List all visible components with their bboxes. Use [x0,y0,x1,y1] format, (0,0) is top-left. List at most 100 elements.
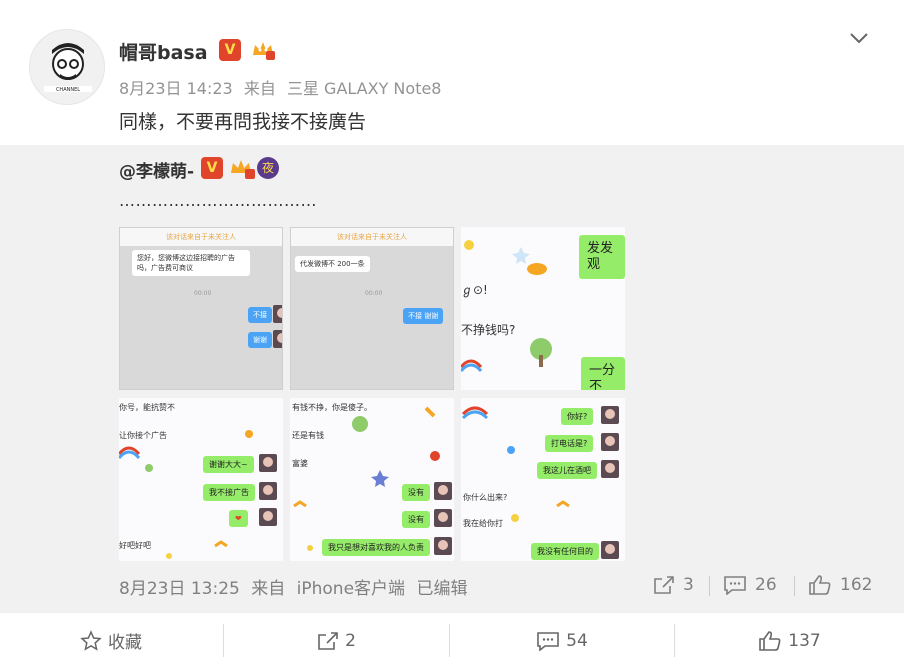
chevron-down-icon[interactable] [846,28,872,48]
member-crown-icon[interactable] [251,39,275,61]
chat-avatar [601,541,619,559]
avatar[interactable]: CHANNEL [29,29,105,105]
chat-avatar [434,509,452,527]
image-thumbnail[interactable]: 该对话来自于未关注人 您好，您微博这边接招聘的广告吗，广告费可商议 00:00 … [119,227,283,390]
chat-bubble: 发发观 [579,235,625,279]
chat-text: 让你接个广告 [119,431,167,440]
chat-topbar: 该对话来自于未关注人 [120,228,282,246]
chat-bubble: 谢谢大大~ [203,456,254,473]
sticker-decorations-icon [293,406,440,551]
image-thumbnail[interactable]: 你好? 打电话是? 我这儿在酒吧 你什么出来? 我在给你打 我没有任何目的 [461,398,625,561]
chat-bubble: 我这儿在酒吧 [537,462,597,479]
like-count: 137 [788,630,821,651]
avatar-face-icon: CHANNEL [44,43,92,93]
repost-crown-icon[interactable] [229,157,255,179]
chat-text: ℊ⊙! [461,283,488,297]
chat-bubble: 打电话是? [545,435,594,452]
repost-button[interactable]: 2 [224,613,449,668]
chat-text: 你号，能抗赞不 [119,403,175,412]
repost-comments-button[interactable]: 26 [723,573,777,597]
chat-avatar [601,406,619,424]
comment-count: 54 [566,630,588,651]
thumbs-up-icon [809,575,831,595]
chat-bubble: 我不接广告 [203,484,255,501]
chat-text: 你什么出来? [463,493,508,502]
chat-avatar [434,482,452,500]
repost-reposts-count: 3 [683,575,694,595]
thumbs-up-icon [759,630,781,651]
repost-username[interactable]: @李檬萌- [119,157,194,182]
image-thumbnail[interactable]: 发发观 ℊ⊙! 不挣钱吗? 一分不 [461,227,625,390]
repost-likes-count: 162 [840,575,873,595]
verified-badge[interactable]: V [219,39,241,61]
night-badge[interactable]: 夜 [257,157,279,179]
chat-text: 好吧好吧 [119,541,151,550]
stats-divider [794,576,795,596]
chat-avatar [259,482,277,500]
repost-source-prefix: 来自 [251,579,286,599]
favorite-label: 收藏 [108,633,142,653]
image-thumbnail[interactable]: 该对话来自于未关注人 代发微博不 200一条 00:00 不接 谢谢 [290,227,454,390]
chat-avatar [434,537,452,555]
chat-bubble: 不接 [248,307,272,323]
chat-text: 我在给你打 [463,519,503,528]
chat-bubble: ❤ [229,510,248,527]
repost-source: iPhone客户端 [296,579,406,599]
repost-time[interactable]: 8月23日 13:25 [119,579,240,599]
svg-text:CHANNEL: CHANNEL [56,87,80,93]
image-grid: 该对话来自于未关注人 您好，您微博这边接招聘的广告吗，广告费可商议 00:00 … [119,227,627,561]
stats-divider [709,576,710,596]
chat-topbar: 该对话来自于未关注人 [291,228,453,246]
chat-avatar [259,454,277,472]
chat-bubble: 你好? [561,408,594,425]
post-source: 三星 GALAXY Note8 [286,79,442,98]
image-thumbnail[interactable]: 有钱不挣，你是傻子。 还是有钱 富婆 没有 没有 我只是想对喜欢我的人负责 [290,398,454,561]
chat-time: 00:00 [365,290,383,297]
repost-reposts-button[interactable]: 3 [653,573,694,597]
star-icon [80,629,102,651]
chat-avatar [273,305,282,323]
chat-bubble: 没有 [402,484,430,501]
chat-bubble: 我只是想对喜欢我的人负责 [322,539,430,556]
share-icon [654,576,674,594]
repost-meta: 8月23日 13:25 来自 iPhone客户端 已编辑 [119,574,473,599]
chat-bubble: 一分不 [581,357,625,390]
chat-text: 有钱不挣，你是傻子。 [292,403,372,412]
post-header: CHANNEL 帽哥basa V 8月23日 14:23 来自 三星 GALAX… [0,0,904,145]
repost-verified-badge[interactable]: V [201,157,223,179]
repost-comments-count: 26 [755,575,777,595]
chat-avatar [601,460,619,478]
username[interactable]: 帽哥basa [119,38,208,65]
chat-bubble: 代发微博不 200一条 [295,256,370,272]
comment-icon [537,631,559,651]
sticker-decorations-icon [119,430,253,559]
comment-icon [724,576,746,595]
chat-avatar [601,433,619,451]
repost-likes-button[interactable]: 162 [808,573,872,597]
share-icon [318,631,338,650]
post-source-prefix: 来自 [243,79,276,98]
post-text: 同樣，不要再問我接不接廣告 [119,111,367,133]
chat-text: 还是有钱 [292,431,324,440]
repost-box: @李檬萌- V 夜 ……………………………… 该对话来自于未关注人 您好，您微博… [0,145,904,612]
chat-bubble: 您好，您微博这边接招聘的广告吗，广告费可商议 [132,250,250,276]
comment-button[interactable]: 54 [450,613,674,668]
chat-bubble: 不接 谢谢 [403,308,444,324]
post-meta: 8月23日 14:23 来自 三星 GALAXY Note8 [119,75,448,99]
action-bar: 收藏 2 54 137 [0,612,904,671]
chat-bubble: 谢谢 [248,332,272,348]
edited-label[interactable]: 已编辑 [416,579,467,599]
chat-avatar [273,330,282,348]
chat-time: 00:00 [194,290,212,297]
like-button[interactable]: 137 [675,613,904,668]
repost-text: ……………………………… [119,191,317,210]
image-thumbnail[interactable]: 你号，能抗赞不 让你接个广告 谢谢大大~ 我不接广告 ❤ 好吧好吧 [119,398,283,561]
chat-bubble: 没有 [402,511,430,528]
chat-text: 不挣钱吗? [461,323,516,337]
post-time[interactable]: 8月23日 14:23 [119,79,233,98]
chat-avatar [259,508,277,526]
repost-count: 2 [345,630,356,651]
chat-bubble: 我没有任何目的 [531,543,599,560]
chat-text: 富婆 [292,459,308,468]
favorite-button[interactable]: 收藏 [0,613,222,668]
